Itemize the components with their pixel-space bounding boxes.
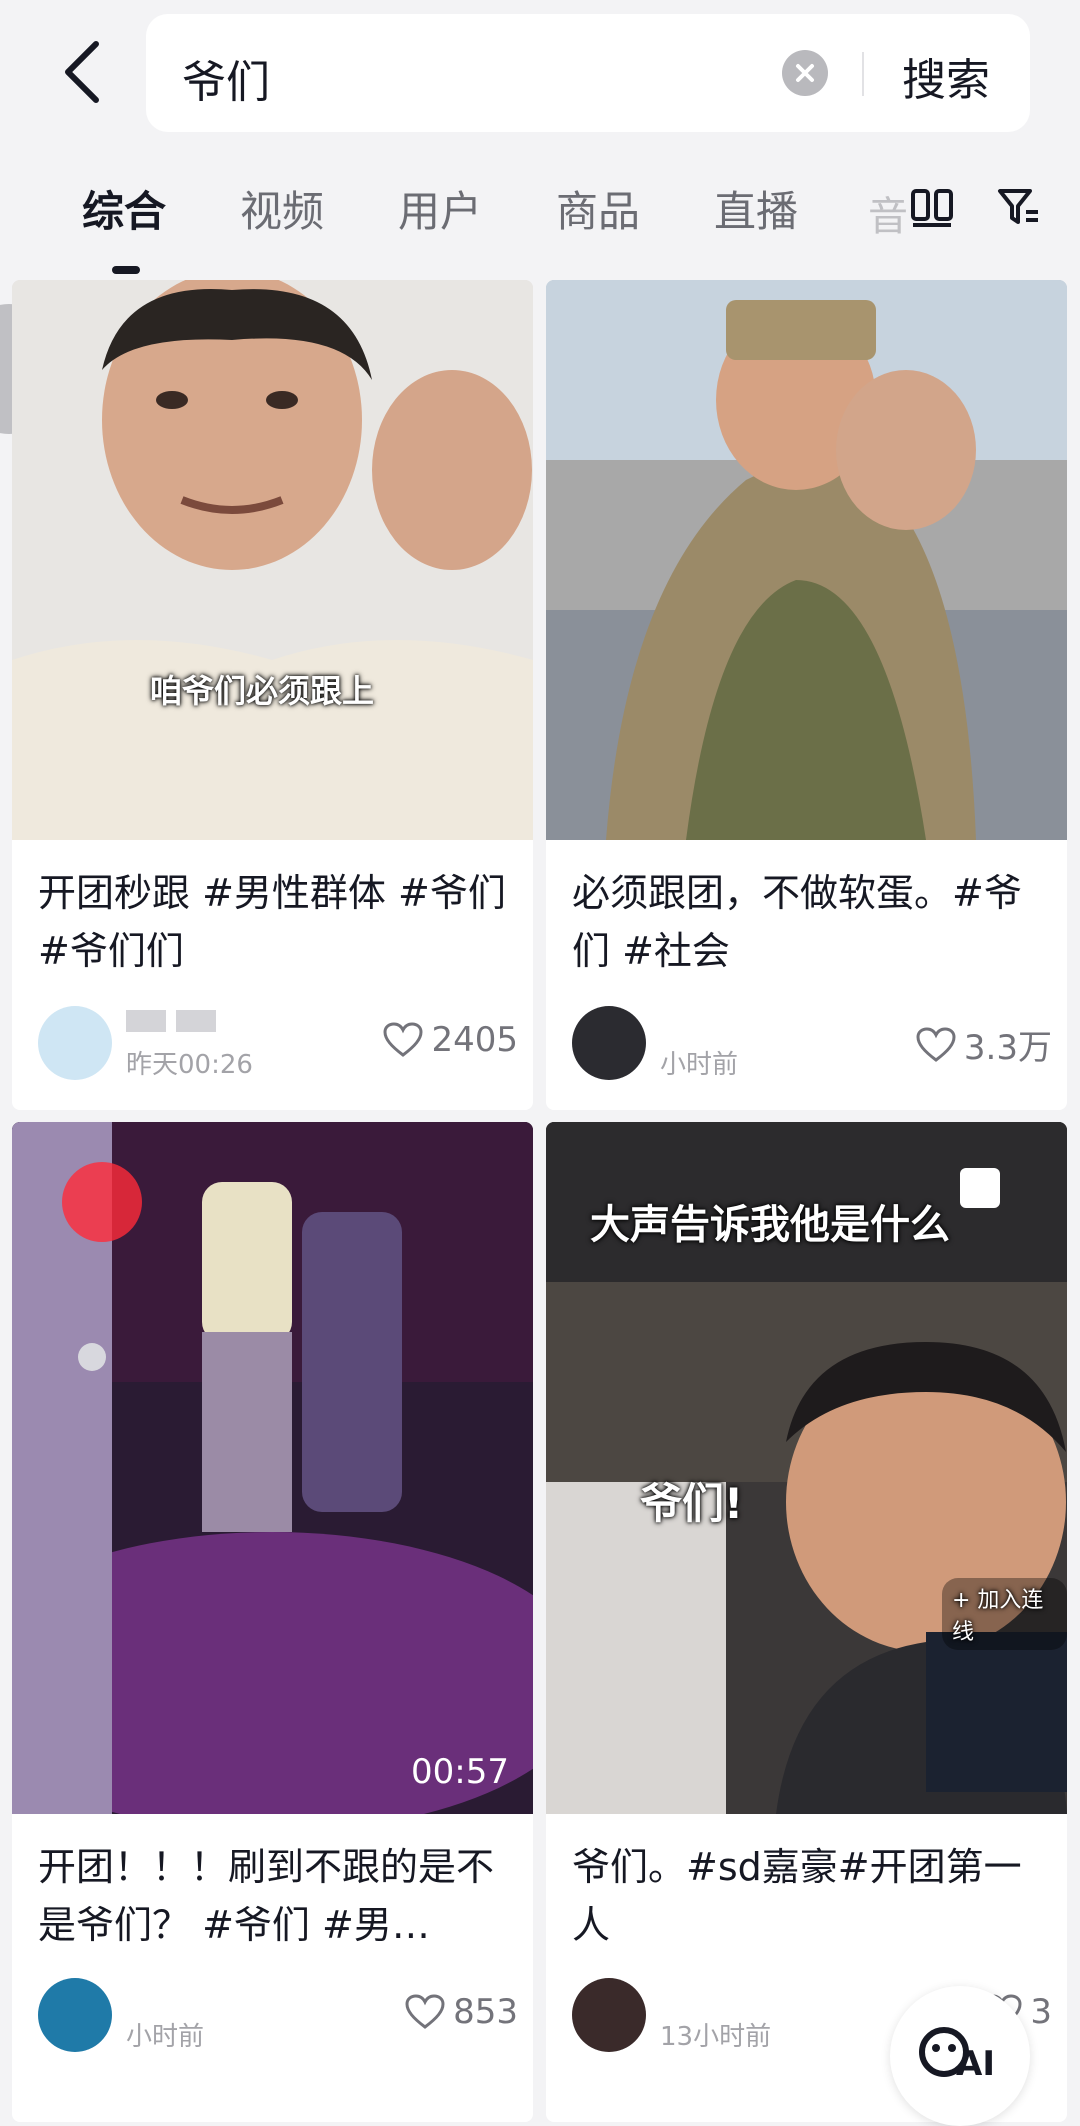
post-time: 昨天00:26 (126, 1050, 253, 1080)
video-duration: 00:57 (411, 1752, 509, 1792)
search-query-text: 爷们 (182, 57, 270, 108)
video-caption: 咱爷们必须跟上 (150, 672, 375, 710)
heart-icon (916, 1026, 956, 1062)
video-thumbnail (12, 280, 533, 840)
post-time: 小时前 (660, 1050, 739, 1080)
tab-live[interactable]: 直播 (714, 178, 798, 239)
video-caption-top: 大声告诉我他是什么 (590, 1202, 950, 1248)
search-header: 爷们 搜索 (0, 0, 1080, 150)
search-button[interactable]: 搜索 (902, 44, 990, 108)
result-card[interactable]: 咱爷们必须跟上 开团秒跟 #男性群体 #爷们 #爷们们 昨天00:26 2405 (12, 280, 533, 1110)
like-count-value: 2405 (431, 1020, 518, 1060)
search-divider (862, 52, 864, 96)
video-caption-mid: 爷们! (640, 1479, 744, 1528)
search-input[interactable]: 爷们 搜索 (146, 14, 1030, 132)
chevron-left-icon (65, 41, 99, 103)
post-time: 13小时前 (660, 2022, 772, 2052)
result-card[interactable]: 00:57 开团！！！刷到不跟的是不是爷们？ #爷们 #男… 小时前 853 (12, 1122, 533, 2122)
active-tab-indicator (112, 266, 140, 274)
like-count-value: 3.3万 (963, 1028, 1052, 1068)
author-name-redacted (660, 1010, 800, 1034)
ai-assistant-button[interactable]: AI (890, 1986, 1030, 2126)
tab-music-partial[interactable]: 音 (868, 184, 908, 242)
like-count-value: 3 (1030, 1992, 1052, 2032)
result-card[interactable]: 大声告诉我他是什么 爷们! + 加入连线 爷们。#sd嘉豪#开团第一人 13小时… (546, 1122, 1067, 2122)
tab-users[interactable]: 用户 (398, 178, 482, 239)
tab-products[interactable]: 商品 (556, 178, 640, 239)
card-title: 爷们。#sd嘉豪#开团第一人 (572, 1845, 1022, 1947)
tab-video[interactable]: 视频 (240, 178, 324, 239)
card-meta: 小时前 853 (38, 1978, 518, 2058)
like-count[interactable]: 2405 (383, 1020, 518, 1060)
clear-icon[interactable] (782, 50, 828, 96)
avatar[interactable] (572, 1978, 646, 2052)
video-thumbnail (12, 1122, 533, 1814)
post-time: 小时前 (126, 2022, 205, 2052)
card-title: 必须跟团，不做软蛋。#爷们 #社会 (572, 871, 1022, 973)
tab-comprehensive[interactable]: 综合 (82, 178, 166, 239)
result-card[interactable]: 必须跟团，不做软蛋。#爷们 #社会 小时前 3.3万 (546, 280, 1067, 1110)
card-title: 开团秒跟 #男性群体 #爷们 #爷们们 (38, 871, 506, 973)
avatar[interactable] (572, 1006, 646, 1080)
heart-icon (405, 1994, 445, 2029)
layout-toggle-icon[interactable] (910, 188, 954, 232)
like-count[interactable]: 853 (405, 1992, 518, 2032)
video-thumbnail (546, 280, 1067, 840)
heart-icon (383, 1022, 423, 1057)
like-count-value: 853 (453, 1992, 518, 2032)
card-meta: 昨天00:26 2405 (38, 1006, 518, 1086)
join-link-hint[interactable]: + 加入连线 (942, 1578, 1067, 1650)
like-count[interactable]: 3.3万 (916, 1020, 1052, 1069)
card-meta: 小时前 3.3万 (572, 1006, 1052, 1086)
author-name-redacted (126, 1982, 266, 2006)
back-button[interactable] (52, 36, 112, 108)
avatar[interactable] (38, 1978, 112, 2052)
author-name-redacted (660, 1982, 800, 2006)
card-title: 开团！！！刷到不跟的是不是爷们？ #爷们 #男… (38, 1845, 495, 1947)
author-name-redacted (126, 1010, 266, 1034)
filter-icon[interactable] (996, 186, 1040, 234)
ai-label: AI (956, 2044, 995, 2084)
avatar[interactable] (38, 1006, 112, 1080)
